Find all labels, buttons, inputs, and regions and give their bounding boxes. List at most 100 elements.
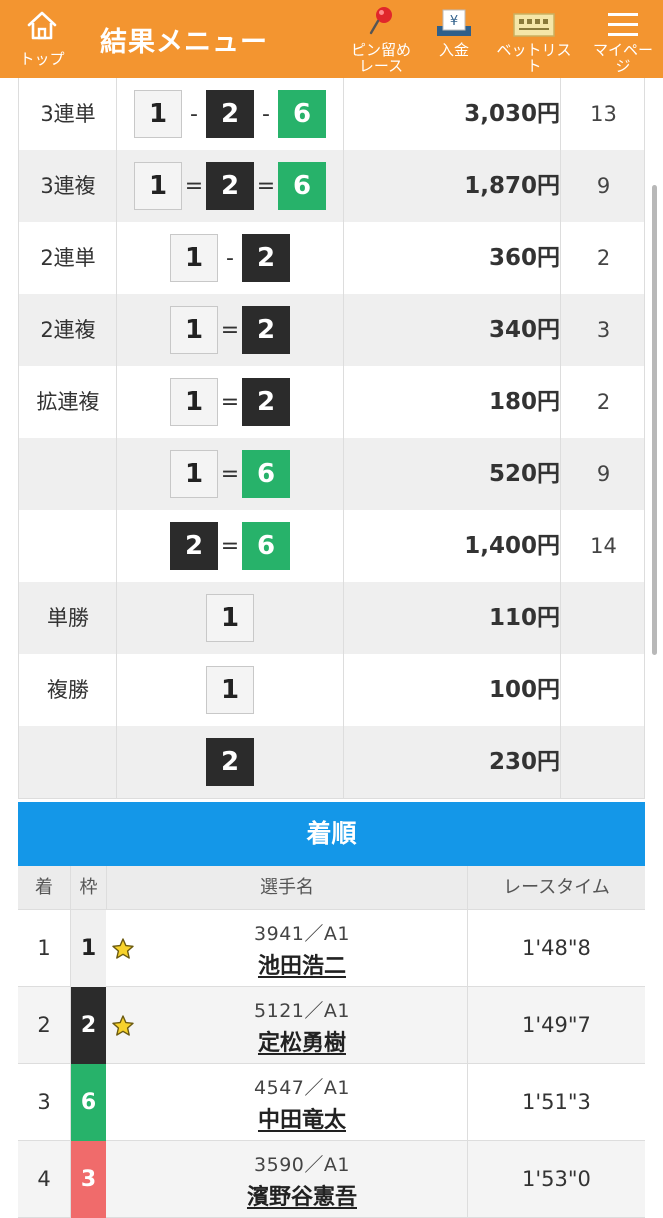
finish-rank: 3 [37, 1090, 51, 1114]
boat-number-box: 2 [242, 378, 290, 426]
bet-type: 3連複 [40, 174, 96, 198]
header-time: レースタイム [503, 877, 610, 898]
results-title: 着順 [18, 802, 645, 866]
bet-type [19, 510, 117, 582]
result-row: 4 3 3590／A1 濱野谷憲吾 1'53"0 [18, 1141, 645, 1218]
bet-type [19, 726, 117, 798]
bet-type: 複勝 [47, 678, 89, 702]
deposit-icon: ¥ [437, 9, 471, 36]
combination: 1-2-6 [117, 78, 343, 150]
pushpin-icon [369, 7, 392, 35]
boat-number-box: 1 [134, 90, 182, 138]
finish-rank: 1 [37, 936, 51, 960]
combo-separator: = [256, 173, 276, 199]
waku-number: 1 [71, 910, 106, 987]
combo-separator: = [220, 461, 240, 487]
betlist-button[interactable]: ベットリスト [492, 6, 576, 74]
payout-amount: 340円 [488, 317, 560, 343]
combo-separator: = [220, 317, 240, 343]
svg-text:¥: ¥ [450, 14, 458, 29]
popularity: 13 [590, 102, 617, 126]
ticket-icon [513, 13, 555, 37]
home-button[interactable]: トップ [12, 8, 72, 69]
waku-number: 6 [71, 1064, 106, 1141]
result-row: 2 2 5121／A1 定松勇樹 1'49"7 [18, 987, 645, 1064]
bet-type: 拡連複 [36, 390, 100, 414]
boat-number-box: 1 [170, 450, 218, 498]
app-header: トップ 結果メニュー ピン留め レース ¥ 入金 ベットリスト マイページ [0, 0, 663, 78]
race-time: 1'48"8 [522, 936, 591, 960]
racer-registration: 3941／A1 [254, 923, 350, 945]
popularity: 2 [596, 246, 611, 270]
boat-number-box: 2 [206, 162, 254, 210]
pin-race-button[interactable]: ピン留め レース [345, 6, 417, 74]
bet-type: 3連単 [40, 102, 96, 126]
popularity: 14 [590, 534, 617, 558]
boat-number-box: 1 [170, 306, 218, 354]
popularity: 3 [596, 318, 611, 342]
page-title: 結果メニュー [100, 27, 268, 58]
popularity: 9 [596, 174, 611, 198]
popularity: 2 [596, 390, 611, 414]
racer-registration: 4547／A1 [254, 1077, 350, 1099]
racer-registration: 3590／A1 [254, 1154, 350, 1176]
racer-name-link[interactable]: 池田浩二 [258, 954, 346, 979]
combination: 2 [117, 726, 343, 798]
bet-type: 2連複 [40, 318, 96, 342]
combination: 2 = 6 [117, 510, 343, 582]
betlist-label: ベットリスト [496, 41, 572, 75]
header-waku: 枠 [79, 877, 98, 898]
combo-separator: = [220, 389, 240, 415]
deposit-button[interactable]: ¥ 入金 [428, 6, 480, 58]
popularity [561, 582, 646, 654]
boat-number-box: 6 [278, 90, 326, 138]
payout-row: 2連単 1-2 360円 2 [19, 222, 644, 294]
race-time: 1'51"3 [522, 1090, 591, 1114]
result-row: 1 1 3941／A1 池田浩二 1'48"8 [18, 910, 645, 987]
scrollbar[interactable] [652, 185, 657, 655]
racer-name-link[interactable]: 濱野谷憲吾 [247, 1185, 357, 1210]
racer-name-link[interactable]: 中田竜太 [258, 1108, 346, 1133]
payout-amount: 230円 [488, 749, 560, 775]
combination: 1 = 2 = 6 [117, 150, 343, 222]
combination: 1-2 [117, 222, 343, 294]
home-icon [27, 11, 57, 40]
star-icon[interactable] [111, 937, 135, 961]
results-header-row: 着 枠 選手名 レースタイム [18, 866, 645, 910]
boat-number-box: 2 [242, 234, 290, 282]
payout-amount: 520円 [488, 461, 560, 487]
combo-separator: = [220, 533, 240, 559]
boat-number-box: 1 [170, 378, 218, 426]
menu-icon [608, 13, 638, 36]
combination: 1 = 2 [117, 294, 343, 366]
combo-separator: - [190, 101, 198, 127]
result-row: 3 6 4547／A1 中田竜太 1'51"3 [18, 1064, 645, 1141]
race-time: 1'53"0 [522, 1167, 591, 1191]
racer-registration: 5121／A1 [254, 1000, 350, 1022]
boat-number-box: 2 [170, 522, 218, 570]
payout-amount: 100円 [488, 677, 560, 703]
star-icon[interactable] [111, 1014, 135, 1038]
payout-row: 2 = 6 1,400円 14 [19, 510, 644, 582]
payout-amount: 3,030円 [464, 101, 560, 127]
payout-row: 2 230円 [19, 726, 644, 798]
waku-number: 3 [71, 1141, 106, 1218]
home-label: トップ [19, 50, 65, 68]
payout-amount: 360円 [488, 245, 560, 271]
boat-number-box: 2 [242, 306, 290, 354]
payout-row: 1 = 6 520円 9 [19, 438, 644, 510]
combination: 1 = 6 [117, 438, 343, 510]
finish-rank: 4 [37, 1167, 51, 1191]
results-section: 着順 着 枠 選手名 レースタイム 1 1 3941／A1 池田浩二 1'48"8 2 2 5… [18, 802, 645, 1218]
bet-type [19, 438, 117, 510]
payout-row: 単勝 1 110円 [19, 582, 644, 654]
mypage-button[interactable]: マイページ [586, 6, 660, 74]
popularity: 9 [596, 462, 611, 486]
bet-type: 2連単 [40, 246, 96, 270]
boat-number-box: 1 [206, 594, 254, 642]
deposit-label: 入金 [438, 41, 469, 59]
waku-number: 2 [71, 987, 106, 1064]
racer-name-link[interactable]: 定松勇樹 [258, 1031, 346, 1056]
payout-table: 3連単 1-2-6 3,030円 13 3連複 1 = 2 = 6 1,870円 9 2連単 1-2 360… [18, 78, 645, 799]
payout-amount: 180円 [488, 389, 560, 415]
